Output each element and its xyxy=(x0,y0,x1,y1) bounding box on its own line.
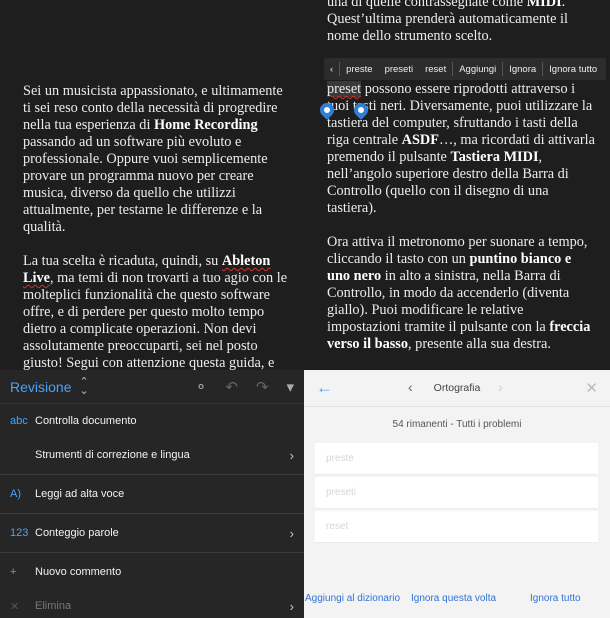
divider xyxy=(0,552,304,553)
revisione-title[interactable]: Revisione xyxy=(10,379,71,395)
undo-icon[interactable]: ↶ xyxy=(225,378,238,396)
ignora-tutto-button[interactable]: Ignora tutto xyxy=(543,64,603,75)
nuovo-commento-button[interactable]: + Nuovo commento xyxy=(0,555,304,589)
controlla-documento-button[interactable]: abc Controlla documento xyxy=(0,404,304,438)
dropdown-arrow-icon[interactable]: ▾ xyxy=(286,378,294,396)
close-icon[interactable]: ✕ xyxy=(585,379,598,397)
paragraph: una di quelle contrassegnate come MIDI. … xyxy=(327,0,568,44)
strumenti-correzione-button[interactable]: Strumenti di correzione e lingua › xyxy=(0,438,304,472)
aggiungi-button[interactable]: Aggiungi xyxy=(453,64,502,75)
suggestion-item[interactable]: preste xyxy=(340,64,378,75)
chevron-right-icon[interactable]: › xyxy=(498,379,503,395)
document-body-right[interactable]: preset possono essere riprodotti attrave… xyxy=(327,81,597,353)
word-count-icon: 123 xyxy=(10,527,29,539)
revisione-header: Revisione ⌃ ⌄ ⚬ ↶ ↷ ▾ xyxy=(0,370,304,404)
lightbulb-icon[interactable]: ⚬ xyxy=(195,378,208,396)
document-body-left[interactable]: Sei un musicista appassionato, e ultimam… xyxy=(23,83,293,372)
selected-misspelled-word[interactable]: preset xyxy=(327,81,362,97)
redo-icon[interactable]: ↷ xyxy=(256,378,269,396)
suggestion-item[interactable]: preseti xyxy=(379,64,420,75)
read-aloud-icon: A) xyxy=(10,488,21,500)
revisione-panel: Revisione ⌃ ⌄ ⚬ ↶ ↷ ▾ abc Controlla docum… xyxy=(0,370,304,618)
leggi-ad-alta-voce-button[interactable]: A) Leggi ad alta voce xyxy=(0,477,304,511)
remaining-count: 54 rimanenti - Tutti i problemi xyxy=(392,419,522,430)
paragraph: Ora attiva il metronomo per suonare a te… xyxy=(327,234,591,352)
conteggio-parole-button[interactable]: 123 Conteggio parole › xyxy=(0,516,304,550)
suggestion-item[interactable]: reset xyxy=(419,64,452,75)
context-back-button[interactable]: ‹ xyxy=(324,64,339,75)
chevron-right-icon: › xyxy=(289,598,294,614)
paragraph: La tua scelta è ricaduta, quindi, su Abl… xyxy=(23,253,288,371)
divider xyxy=(0,474,304,475)
suggestion-option[interactable]: preste xyxy=(315,443,598,475)
elimina-button[interactable]: ✕ Elimina › xyxy=(0,589,304,618)
paragraph: preset possono essere riprodotti attrave… xyxy=(327,81,595,216)
ignora-tutto-button[interactable]: Ignora tutto xyxy=(530,593,581,604)
ortografia-header: ← ‹ Ortografia › ✕ xyxy=(304,370,610,407)
suggestion-option[interactable]: reset xyxy=(315,511,598,543)
aggiungi-al-dizionario-button[interactable]: Aggiungi al dizionario xyxy=(305,593,400,604)
chevron-right-icon: › xyxy=(289,525,294,541)
left-document-pane: Sei un musicista appassionato, e ultimam… xyxy=(0,0,304,618)
ortografia-title: Ortografia xyxy=(433,382,481,394)
ignora-button[interactable]: Ignora xyxy=(503,64,542,75)
spelling-context-menu: ‹ preste preseti reset Aggiungi Ignora I… xyxy=(324,58,606,80)
document-body-right-top[interactable]: una di quelle contrassegnate come MIDI. … xyxy=(327,0,597,45)
delete-comment-icon: ✕ xyxy=(10,600,20,613)
ortografia-panel: ← ‹ Ortografia › ✕ 54 rimanenti - Tutti … xyxy=(304,370,610,618)
suggestion-option[interactable]: preseti xyxy=(315,477,598,509)
ignora-questa-volta-button[interactable]: Ignora questa volta xyxy=(411,593,496,604)
divider xyxy=(0,513,304,514)
chevron-right-icon: › xyxy=(289,447,294,463)
chevron-updown-icon[interactable]: ⌃ ⌄ xyxy=(79,376,88,396)
paragraph: Sei un musicista appassionato, e ultimam… xyxy=(23,83,283,235)
new-comment-icon: + xyxy=(10,566,17,578)
spellcheck-icon: abc xyxy=(10,415,28,427)
right-document-pane: una di quelle contrassegnate come MIDI. … xyxy=(304,0,610,618)
